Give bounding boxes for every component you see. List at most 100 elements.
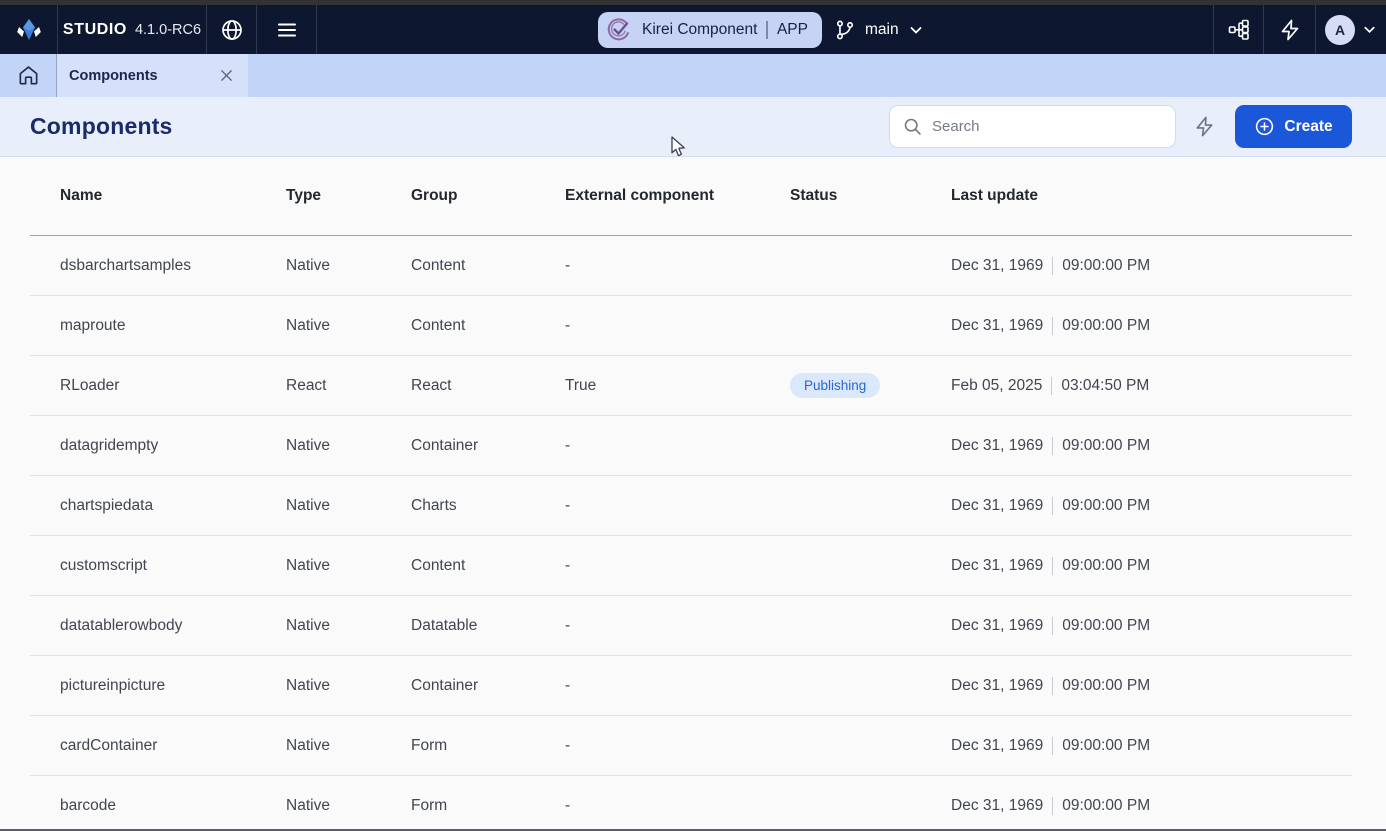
branch-name: main	[865, 21, 899, 38]
cell-group: Content	[411, 556, 466, 574]
user-menu[interactable]: A	[1315, 5, 1386, 54]
date-time-divider	[1051, 376, 1053, 395]
cell-group: Datatable	[411, 616, 478, 634]
navbar-right-actions: A	[1213, 5, 1386, 54]
column-header-external[interactable]: External component	[565, 187, 790, 205]
user-chevron-down-icon	[1362, 22, 1377, 37]
table-row[interactable]: pictureinpicture Native Container - Dec …	[30, 656, 1352, 716]
top-navbar: STUDIO 4.1.0-RC6 Kirei Component APP mai…	[0, 5, 1386, 54]
table-row[interactable]: dsbarchartsamples Native Content - Dec 3…	[30, 236, 1352, 296]
cell-type: Native	[286, 256, 330, 274]
column-header-name[interactable]: Name	[30, 187, 286, 205]
date-time-divider	[1052, 316, 1054, 335]
cell-last-update: Dec 31, 1969 09:00:00 PM	[951, 736, 1352, 755]
git-branch-icon	[834, 19, 856, 41]
cell-last-update: Dec 31, 1969 09:00:00 PM	[951, 316, 1352, 335]
cell-last-update: Dec 31, 1969 09:00:00 PM	[951, 676, 1352, 695]
page-header: Components Create	[0, 97, 1386, 157]
close-icon	[219, 68, 234, 83]
language-button[interactable]	[207, 5, 257, 54]
tab-components[interactable]: Components	[57, 54, 248, 97]
cell-type: Native	[286, 736, 330, 754]
update-time: 09:00:00 PM	[1062, 496, 1151, 514]
app-name: Kirei Component	[642, 21, 758, 38]
cell-type: Native	[286, 556, 330, 574]
status-badge: Publishing	[790, 373, 881, 398]
studio-logo[interactable]	[0, 5, 58, 54]
cell-status: Publishing	[790, 373, 951, 398]
cell-name: pictureinpicture	[60, 676, 166, 694]
column-header-status[interactable]: Status	[790, 187, 951, 205]
date-time-divider	[1052, 736, 1054, 755]
plus-circle-icon	[1254, 116, 1275, 137]
table-row[interactable]: customscript Native Content - Dec 31, 19…	[30, 536, 1352, 596]
cell-name: maproute	[60, 316, 126, 334]
app-pill-label: Kirei Component APP	[642, 21, 808, 39]
cell-external: -	[565, 736, 571, 754]
update-time: 09:00:00 PM	[1062, 556, 1151, 574]
avatar: A	[1325, 14, 1355, 45]
quick-actions-button[interactable]	[1263, 5, 1315, 54]
cell-last-update: Feb 05, 2025 03:04:50 PM	[951, 376, 1352, 395]
update-date: Dec 31, 1969	[951, 256, 1044, 274]
quick-create-lightning-button[interactable]	[1193, 115, 1216, 138]
cell-external: -	[565, 556, 571, 574]
update-date: Dec 31, 1969	[951, 496, 1044, 514]
cell-name: datagridempty	[60, 436, 159, 454]
app-selector-pill[interactable]: Kirei Component APP	[598, 12, 822, 48]
table-row[interactable]: chartspiedata Native Charts - Dec 31, 19…	[30, 476, 1352, 536]
home-tab-button[interactable]	[0, 54, 57, 97]
lightning-icon	[1278, 18, 1302, 42]
cell-type: Native	[286, 436, 330, 454]
table-row[interactable]: cardContainer Native Form - Dec 31, 1969…	[30, 716, 1352, 776]
tab-close-button[interactable]	[219, 68, 234, 83]
create-button[interactable]: Create	[1235, 105, 1352, 148]
update-date: Dec 31, 1969	[951, 556, 1044, 574]
cell-type: Native	[286, 796, 330, 814]
cell-external: -	[565, 256, 571, 274]
main-menu-button[interactable]	[257, 5, 317, 54]
update-date: Feb 05, 2025	[951, 376, 1043, 394]
hierarchy-button[interactable]	[1213, 5, 1263, 54]
table-row[interactable]: datatablerowbody Native Datatable - Dec …	[30, 596, 1352, 656]
search-input[interactable]	[932, 118, 1163, 135]
update-date: Dec 31, 1969	[951, 436, 1044, 454]
column-header-type[interactable]: Type	[286, 187, 411, 205]
date-time-divider	[1052, 496, 1054, 515]
cell-group: React	[411, 376, 452, 394]
table-row[interactable]: maproute Native Content - Dec 31, 1969 0…	[30, 296, 1352, 356]
update-date: Dec 31, 1969	[951, 796, 1044, 814]
cell-name: RLoader	[60, 376, 120, 394]
table-row[interactable]: RLoader React React True Publishing Feb …	[30, 356, 1352, 416]
table-row[interactable]: datagridempty Native Container - Dec 31,…	[30, 416, 1352, 476]
cell-type: Native	[286, 496, 330, 514]
cell-name: cardContainer	[60, 736, 158, 754]
cell-group: Container	[411, 436, 479, 454]
update-date: Dec 31, 1969	[951, 616, 1044, 634]
update-date: Dec 31, 1969	[951, 316, 1044, 334]
tab-label: Components	[69, 67, 158, 84]
cell-name: dsbarchartsamples	[60, 256, 191, 274]
update-time: 09:00:00 PM	[1062, 436, 1151, 454]
brand-block: STUDIO 4.1.0-RC6	[58, 5, 207, 54]
table-row[interactable]: barcode Native Form - Dec 31, 1969 09:00…	[30, 776, 1352, 831]
column-header-group[interactable]: Group	[411, 187, 565, 205]
cell-external: -	[565, 496, 571, 514]
date-time-divider	[1052, 796, 1054, 815]
update-time: 09:00:00 PM	[1062, 736, 1151, 754]
app-logo-icon	[606, 17, 632, 43]
branch-selector[interactable]: main	[834, 12, 924, 48]
app-type-tag: APP	[776, 21, 808, 38]
search-box[interactable]	[889, 105, 1176, 148]
cell-group: Container	[411, 676, 479, 694]
cell-last-update: Dec 31, 1969 09:00:00 PM	[951, 616, 1352, 635]
page-title: Components	[30, 113, 173, 139]
date-time-divider	[1052, 616, 1054, 635]
date-time-divider	[1052, 436, 1054, 455]
product-version: 4.1.0-RC6	[134, 21, 202, 38]
update-time: 03:04:50 PM	[1061, 376, 1150, 394]
cell-group: Form	[411, 796, 448, 814]
globe-icon	[220, 18, 244, 42]
cell-type: Native	[286, 316, 330, 334]
column-header-last-update[interactable]: Last update	[951, 187, 1352, 205]
